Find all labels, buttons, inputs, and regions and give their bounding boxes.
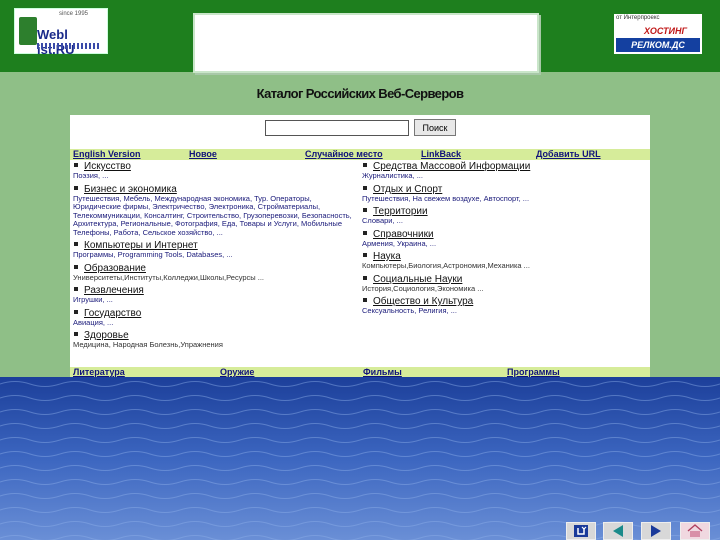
bullet-icon: [363, 208, 367, 213]
category-item: Наука Компьютеры,Биология,Астрономия,Мех…: [362, 251, 647, 271]
catalog-panel: Поиск English Version Новое Случайное ме…: [70, 115, 650, 377]
category-link[interactable]: Государство: [84, 308, 141, 319]
category-item: Отдых и Спорт Путешествия, На свежем воз…: [362, 184, 647, 204]
weblist-logo[interactable]: since 1995 Webl ist.RU: [14, 8, 108, 57]
category-item: Территории Словари, ...: [362, 206, 647, 226]
return-button[interactable]: [566, 522, 596, 540]
nav-linkback[interactable]: LinkBack: [421, 149, 461, 160]
category-subs[interactable]: Словари, ...: [362, 216, 647, 226]
category-subs[interactable]: История,Социология,Экономика ...: [362, 284, 647, 294]
search-input[interactable]: [265, 120, 409, 136]
category-item: Средства Массовой Информации Журналистик…: [362, 161, 647, 181]
relcom-hosting-logo[interactable]: от Интерпроекс ХОСТИНГ РЕЛКОМ.ДС: [614, 14, 702, 54]
next-icon: [651, 525, 661, 537]
header-band: since 1995 Webl ist.RU от Интерпроекс ХО…: [0, 0, 720, 73]
page-title: Каталог Российских Веб-Серверов: [256, 86, 464, 101]
category-item: Государство Авиация, ...: [73, 308, 358, 328]
category-link[interactable]: Образование: [84, 263, 146, 274]
category-link[interactable]: Отдых и Спорт: [373, 184, 442, 195]
next-button[interactable]: [641, 522, 671, 540]
bottom-nav-bar: Литература Оружие Фильмы Программы: [70, 367, 650, 377]
nav-add-url[interactable]: Добавить URL: [536, 149, 601, 160]
logo-brand-text: Webl ist.RU: [37, 27, 75, 57]
category-link[interactable]: Справочники: [373, 229, 434, 240]
nav-weapons[interactable]: Оружие: [220, 367, 254, 377]
bullet-icon: [363, 253, 367, 258]
top-nav-bar: English Version Новое Случайное место Li…: [70, 149, 650, 160]
search-button[interactable]: Поиск: [414, 119, 456, 136]
bullet-icon: [74, 242, 78, 247]
category-item: Компьютеры и Интернет Программы, Program…: [73, 240, 358, 260]
category-link[interactable]: Социальные Науки: [373, 274, 462, 285]
bullet-icon: [363, 185, 367, 190]
category-link[interactable]: Бизнес и экономика: [84, 184, 177, 195]
category-subs[interactable]: Журналистика, ...: [362, 171, 647, 181]
category-subs[interactable]: Авиация, ...: [73, 318, 358, 328]
bullet-icon: [74, 287, 78, 292]
bullet-icon: [74, 332, 78, 337]
nav-new[interactable]: Новое: [189, 149, 217, 160]
bullet-icon: [363, 163, 367, 168]
right-category-column: Средства Массовой Информации Журналистик…: [362, 161, 647, 319]
water-background: [0, 377, 720, 540]
logo-dots-decoration: [37, 43, 99, 49]
relcom-top-text: от Интерпроекс: [616, 15, 660, 21]
nav-literature[interactable]: Литература: [73, 367, 125, 377]
category-item: Социальные Науки История,Социология,Экон…: [362, 274, 647, 294]
relcom-hosting-text: ХОСТИНГ: [644, 26, 688, 36]
bullet-icon: [363, 298, 367, 303]
category-subs[interactable]: Программы, Programming Tools, Databases,…: [73, 250, 358, 260]
nav-english-version[interactable]: English Version: [73, 149, 141, 160]
search-row: Поиск: [70, 119, 650, 138]
globe-icon: [19, 17, 37, 45]
category-item: Справочники Армения, Украина, ...: [362, 229, 647, 249]
bullet-icon: [74, 309, 78, 314]
left-category-column: Искусство Поэзия, ... Бизнес и экономика…: [73, 161, 358, 353]
category-subs[interactable]: Медицина, Народная Болезнь,Упражнения: [73, 340, 358, 350]
category-subs[interactable]: Путешествия, На свежем воздухе, Автоспор…: [362, 194, 647, 204]
nav-programs[interactable]: Программы: [507, 367, 560, 377]
slide-navigation: [0, 522, 720, 540]
previous-button[interactable]: [603, 522, 633, 540]
home-icon: [687, 524, 703, 537]
category-subs[interactable]: Университеты,Институты,Колледжи,Школы,Ре…: [73, 273, 358, 283]
category-subs[interactable]: Путешествия, Мебель, Международная эконо…: [73, 194, 358, 238]
logo-since-text: since 1995: [59, 11, 89, 17]
bullet-icon: [363, 230, 367, 235]
category-item: Искусство Поэзия, ...: [73, 161, 358, 181]
relcom-brand-text: РЕЛКОМ.ДС: [616, 38, 700, 52]
category-subs[interactable]: Армения, Украина, ...: [362, 239, 647, 249]
nav-random[interactable]: Случайное место: [305, 149, 383, 160]
category-subs[interactable]: Игрушки, ...: [73, 295, 358, 305]
bullet-icon: [74, 185, 78, 190]
category-item: Общество и Культура Сексуальность, Религ…: [362, 296, 647, 316]
category-item: Развлечения Игрушки, ...: [73, 285, 358, 305]
category-item: Бизнес и экономика Путешествия, Мебель, …: [73, 184, 358, 238]
nav-films[interactable]: Фильмы: [363, 367, 402, 377]
category-subs[interactable]: Сексуальность, Религия, ...: [362, 306, 647, 316]
category-subs[interactable]: Поэзия, ...: [73, 171, 358, 181]
banner-ad[interactable]: [193, 13, 539, 73]
category-item: Образование Университеты,Институты,Колле…: [73, 263, 358, 283]
home-button[interactable]: [680, 522, 710, 540]
category-item: Здоровье Медицина, Народная Болезнь,Упра…: [73, 330, 358, 350]
category-subs[interactable]: Компьютеры,Биология,Астрономия,Механика …: [362, 261, 647, 271]
return-icon: [574, 525, 588, 537]
bullet-icon: [74, 163, 78, 168]
bullet-icon: [74, 264, 78, 269]
previous-icon: [613, 525, 623, 537]
bullet-icon: [363, 275, 367, 280]
